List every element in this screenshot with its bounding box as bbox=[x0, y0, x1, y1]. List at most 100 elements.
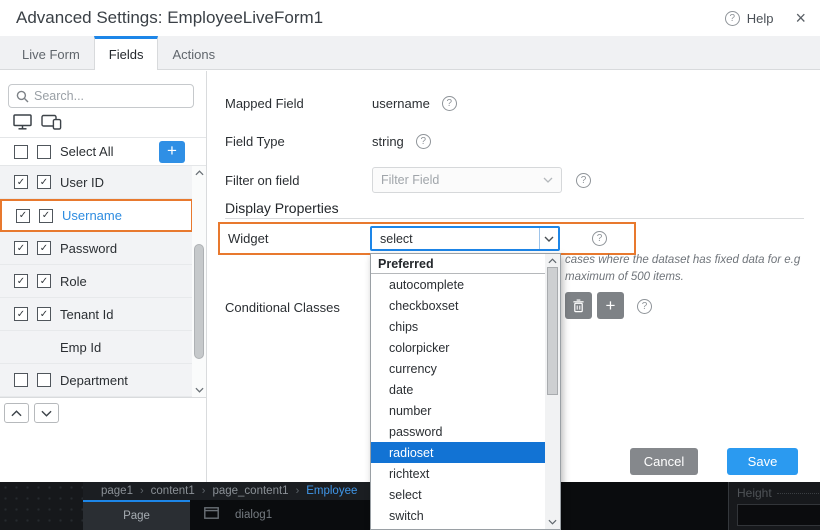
dialog-window-icon bbox=[204, 506, 219, 524]
scroll-up-icon[interactable] bbox=[545, 254, 560, 268]
breadcrumb-separator: › bbox=[140, 485, 144, 497]
save-button[interactable]: Save bbox=[727, 448, 798, 475]
breadcrumb-separator: › bbox=[296, 485, 300, 497]
dialog-header: Advanced Settings: EmployeeLiveForm1 Hel… bbox=[0, 0, 820, 36]
field-row-password[interactable]: Password bbox=[0, 232, 193, 265]
mapped-field-help-icon[interactable] bbox=[442, 96, 457, 111]
field-label: Department bbox=[60, 373, 128, 388]
dropdown-option-richtext[interactable]: richtext bbox=[371, 463, 547, 484]
dropdown-option-currency[interactable]: currency bbox=[371, 358, 547, 379]
field-row-emp-id[interactable]: Emp Id bbox=[0, 331, 193, 364]
dropdown-option-number[interactable]: number bbox=[371, 400, 547, 421]
field-label: Username bbox=[62, 208, 122, 223]
breadcrumb-item-employee[interactable]: Employee bbox=[306, 485, 357, 497]
checkbox[interactable] bbox=[14, 175, 28, 189]
select-all-checkbox-1[interactable] bbox=[14, 145, 28, 159]
chevron-down-icon bbox=[41, 410, 52, 417]
field-label: Emp Id bbox=[60, 340, 101, 355]
dropdown-option-switch[interactable]: switch bbox=[371, 505, 547, 526]
widget-select[interactable]: select bbox=[370, 226, 560, 251]
dropdown-option-chips[interactable]: chips bbox=[371, 316, 547, 337]
dropdown-option-radioset[interactable]: radioset bbox=[371, 442, 547, 463]
fields-sidebar: Select All + User ID Username Password Role… bbox=[0, 71, 207, 482]
filter-on-field-row: Filter on field Filter Field bbox=[225, 167, 591, 193]
delete-conditional-class-button[interactable] bbox=[565, 292, 592, 319]
field-row-username[interactable]: Username bbox=[0, 199, 193, 232]
dropdown-option-checkboxset[interactable]: checkboxset bbox=[371, 295, 547, 316]
scroll-down-icon[interactable] bbox=[192, 383, 206, 397]
checkbox[interactable] bbox=[14, 307, 28, 321]
scroll-down-icon[interactable] bbox=[545, 515, 560, 529]
widget-help-text: cases where the dataset has fixed data f… bbox=[565, 252, 815, 286]
tab-actions[interactable]: Actions bbox=[158, 36, 229, 69]
checkbox[interactable] bbox=[14, 274, 28, 288]
checkbox[interactable] bbox=[16, 209, 30, 223]
field-row-user-id[interactable]: User ID bbox=[0, 166, 193, 199]
design-canvas bbox=[0, 482, 83, 530]
field-list-scrollbar[interactable] bbox=[192, 166, 206, 397]
close-icon[interactable]: × bbox=[795, 9, 806, 27]
field-row-role[interactable]: Role bbox=[0, 265, 193, 298]
breadcrumb: page1›content1›page_content1›Employee bbox=[83, 482, 392, 500]
field-order-controls bbox=[0, 397, 206, 482]
help-icon[interactable] bbox=[725, 11, 740, 26]
height-property-input[interactable] bbox=[737, 504, 820, 526]
page-tab[interactable]: Page bbox=[83, 500, 190, 530]
field-type-help-icon[interactable] bbox=[416, 134, 431, 149]
breadcrumb-item-page1[interactable]: page1 bbox=[101, 485, 133, 497]
filter-on-field-label: Filter on field bbox=[225, 173, 372, 188]
field-row-department[interactable]: Department bbox=[0, 364, 193, 397]
checkbox[interactable] bbox=[14, 241, 28, 255]
device-toggle-row bbox=[0, 112, 206, 138]
move-field-up-button[interactable] bbox=[4, 403, 29, 423]
checkbox[interactable] bbox=[37, 175, 51, 189]
section-divider bbox=[225, 218, 804, 219]
scrollbar-thumb[interactable] bbox=[194, 244, 204, 359]
breadcrumb-item-page_content1[interactable]: page_content1 bbox=[212, 485, 288, 497]
dropdown-option-select[interactable]: select bbox=[371, 484, 547, 505]
desktop-icon[interactable] bbox=[13, 114, 32, 135]
checkbox[interactable] bbox=[37, 373, 51, 387]
field-label: Password bbox=[60, 241, 117, 256]
conditional-classes-label: Conditional Classes bbox=[225, 300, 340, 315]
tab-live-form[interactable]: Live Form bbox=[8, 36, 94, 69]
select-all-row: Select All + bbox=[0, 138, 206, 166]
mapped-field-value: username bbox=[372, 96, 430, 111]
filter-on-field-help-icon[interactable] bbox=[576, 173, 591, 188]
scrollbar-thumb[interactable] bbox=[547, 267, 558, 395]
height-property-label: Height bbox=[737, 486, 772, 500]
dropdown-option-password[interactable]: password bbox=[371, 421, 547, 442]
checkbox[interactable] bbox=[37, 307, 51, 321]
tab-fields[interactable]: Fields bbox=[94, 36, 159, 70]
widget-help-icon[interactable] bbox=[592, 231, 607, 246]
field-type-row: Field Type string bbox=[225, 134, 431, 149]
checkbox[interactable] bbox=[39, 209, 53, 223]
checkbox[interactable] bbox=[14, 373, 28, 387]
field-label: Tenant Id bbox=[60, 307, 114, 322]
mobile-tablet-icon[interactable] bbox=[41, 114, 62, 135]
add-field-button[interactable]: + bbox=[159, 141, 185, 163]
dropdown-option-date[interactable]: date bbox=[371, 379, 547, 400]
field-row-tenant-id[interactable]: Tenant Id bbox=[0, 298, 193, 331]
dropdown-option-autocomplete[interactable]: autocomplete bbox=[371, 274, 547, 295]
search-icon bbox=[16, 90, 29, 103]
dropdown-option-colorpicker[interactable]: colorpicker bbox=[371, 337, 547, 358]
select-all-checkbox-2[interactable] bbox=[37, 145, 51, 159]
page-tab-label: Page bbox=[123, 510, 150, 522]
breadcrumb-item-content1[interactable]: content1 bbox=[151, 485, 195, 497]
search-box[interactable] bbox=[8, 84, 194, 108]
add-conditional-class-button[interactable]: + bbox=[597, 292, 624, 319]
search-input[interactable] bbox=[34, 89, 193, 103]
dialog1-tab[interactable]: dialog1 bbox=[235, 509, 272, 521]
dialog-tabs: Live FormFieldsActions bbox=[0, 36, 820, 70]
move-field-down-button[interactable] bbox=[34, 403, 59, 423]
checkbox[interactable] bbox=[37, 241, 51, 255]
chevron-down-icon[interactable] bbox=[539, 228, 558, 249]
mapped-field-row: Mapped Field username bbox=[225, 96, 457, 111]
scroll-up-icon[interactable] bbox=[192, 166, 206, 180]
conditional-classes-help-icon[interactable] bbox=[637, 299, 652, 314]
cancel-button[interactable]: Cancel bbox=[630, 448, 698, 475]
checkbox[interactable] bbox=[37, 274, 51, 288]
help-link[interactable]: Help bbox=[747, 11, 774, 26]
dropdown-scrollbar[interactable] bbox=[545, 254, 560, 529]
